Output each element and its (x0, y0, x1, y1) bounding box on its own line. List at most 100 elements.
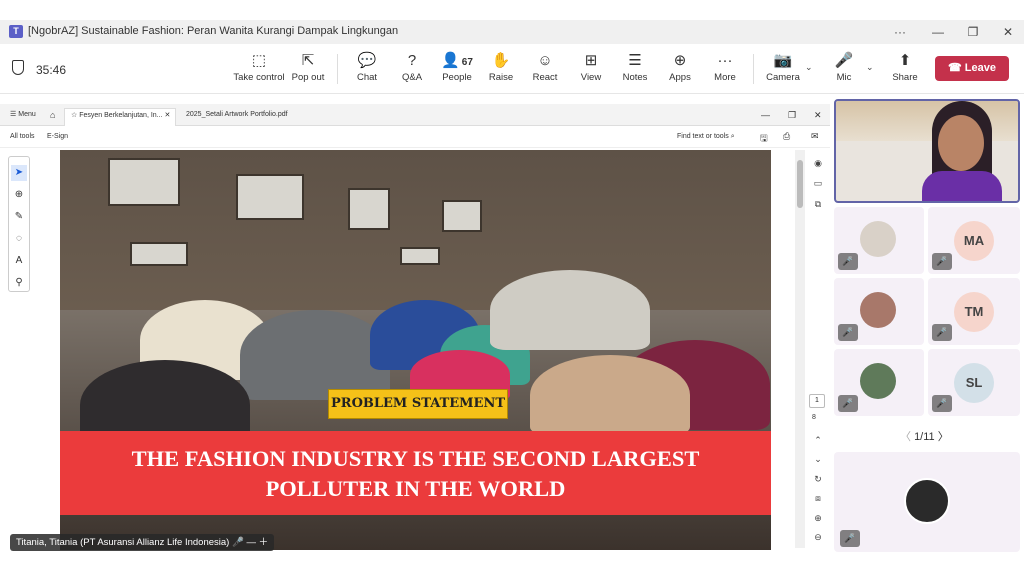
people-button[interactable]: 👤 67 People (439, 50, 475, 90)
next-page-icon[interactable]: 〉 (938, 431, 949, 443)
camera-off-icon: 📷 (773, 52, 793, 69)
print-icon[interactable]: ⎙ (783, 131, 790, 142)
all-tools-button[interactable]: All tools (10, 133, 35, 140)
participant-tile[interactable]: 🎤 (834, 278, 924, 345)
presenter-name-tag: Titania, Titania (PT Asuransi Allianz Li… (10, 534, 275, 551)
participant-tile[interactable]: 🎤 (834, 349, 924, 416)
esign-button[interactable]: E-Sign (47, 133, 68, 140)
page-fit-icon[interactable]: ⧈ (812, 493, 824, 505)
avatar: TM (954, 292, 994, 332)
pdf-left-toolbar: ➤ ⊕ ✎ ◌ A ⚲ (8, 156, 30, 292)
clothing-pile (240, 310, 390, 400)
apps-button[interactable]: ⊕ Apps (665, 50, 695, 90)
meeting-timer: 35:46 (36, 63, 67, 77)
take-control-icon: ⬚ (251, 52, 267, 69)
participant-tile[interactable]: TM 🎤 (928, 278, 1020, 345)
avatar: MA (954, 221, 994, 261)
pages-icon[interactable]: ⧉ (812, 199, 824, 211)
more-button[interactable]: ··· More (709, 50, 741, 90)
speaker-video-tile[interactable] (834, 99, 1020, 203)
lasso-icon[interactable]: ◌ (11, 231, 27, 247)
comment-icon[interactable]: ▭ (812, 178, 824, 190)
pdf-scrollbar-thumb[interactable] (797, 160, 803, 208)
pdf-scrollbar[interactable] (795, 150, 805, 548)
mic-off-icon: 🎤 (932, 395, 952, 412)
qa-button[interactable]: ? Q&A (396, 50, 428, 90)
pen-icon[interactable]: ✎ (11, 209, 27, 225)
participant-tile[interactable]: SL 🎤 (928, 349, 1020, 416)
self-video-tile[interactable]: 🎤 (834, 452, 1020, 552)
warehouse-window (442, 200, 482, 232)
pop-out-icon: ⇱ (301, 52, 315, 69)
more-icon: ··· (717, 52, 733, 69)
more-options-button[interactable]: ··· (885, 23, 915, 41)
zoom-annotate-icon[interactable]: ⊕ (11, 187, 27, 203)
restore-button[interactable]: ❐ (958, 23, 988, 41)
mail-icon[interactable]: ✉ (811, 131, 819, 142)
browser-menu-button[interactable]: ☰ Menu (4, 108, 42, 126)
title-bar: T [NgobrAZ] Sustainable Fashion: Peran W… (0, 20, 1024, 44)
gallery-pager: 〈 1/11 〉 (900, 431, 949, 443)
share-icon: ⬆ (898, 52, 912, 69)
minimize-button[interactable]: — (923, 23, 953, 41)
headline-banner: THE FASHION INDUSTRY IS THE SECOND LARGE… (60, 431, 771, 515)
mic-off-icon: 🎤 (838, 324, 858, 341)
stamp-icon[interactable]: ⚲ (11, 275, 27, 291)
mic-options-chevron-icon[interactable]: ⌄ (866, 62, 874, 73)
browser-restore-button[interactable]: ❐ (782, 108, 802, 126)
text-box-icon[interactable]: A (11, 253, 27, 269)
participant-tile[interactable]: 🎤 (834, 207, 924, 274)
window-title: [NgobrAZ] Sustainable Fashion: Peran Wan… (28, 25, 399, 37)
previous-page-icon[interactable]: 〈 (900, 431, 911, 443)
mic-button[interactable]: 🎤 Mic (830, 50, 858, 90)
shield-icon (12, 60, 24, 75)
clothing-pile (490, 270, 650, 350)
mic-off-icon: 🎤 (932, 253, 952, 270)
current-page-field[interactable]: 1 (809, 394, 825, 408)
chat-button[interactable]: 💬 Chat (351, 50, 383, 90)
close-button[interactable]: ✕ (993, 23, 1023, 41)
warehouse-window (236, 174, 304, 220)
avatar (860, 363, 896, 399)
close-tab-icon[interactable]: ✕ (164, 112, 170, 119)
camera-button[interactable]: 📷 Camera (765, 50, 801, 90)
pdf-toolbar: All tools E-Sign Find text or tools ⌕ 🖫 … (0, 126, 830, 148)
select-cursor-icon[interactable]: ➤ (11, 165, 27, 181)
react-button[interactable]: ☺ React (530, 50, 560, 90)
zoom-out-icon[interactable]: ⊖ (812, 532, 824, 544)
page-up-icon[interactable]: ⌃ (812, 435, 824, 447)
view-button[interactable]: ⊞ View (576, 50, 606, 90)
save-icon[interactable]: 🖫 (760, 131, 768, 147)
pop-out-button[interactable]: ⇱ Pop out (289, 50, 327, 90)
participant-tile[interactable]: MA 🎤 (928, 207, 1020, 274)
take-control-button[interactable]: ⬚ Take control (233, 50, 285, 90)
view-icon: ⊞ (584, 52, 598, 69)
zoom-in-icon[interactable]: ⊕ (812, 513, 824, 525)
find-text-button[interactable]: Find text or tools ⌕ (677, 133, 735, 141)
share-button[interactable]: ⬆ Share (889, 50, 921, 90)
browser-minimize-button[interactable]: — (755, 108, 776, 126)
browser-tab-bar: ☰ Menu ⌂ ☆ Fesyen Berkelanjutan, In... ✕… (0, 104, 830, 126)
notes-button[interactable]: ☰ Notes (619, 50, 651, 90)
refresh-icon[interactable]: ↻ (812, 474, 824, 486)
page-down-icon[interactable]: ⌄ (812, 454, 824, 466)
raise-hand-button[interactable]: ✋ Raise (486, 50, 516, 90)
qa-icon: ? (407, 52, 417, 69)
avatar (860, 221, 896, 257)
browser-close-button[interactable]: ✕ (808, 108, 828, 126)
ai-assistant-icon[interactable]: ◉ (812, 158, 824, 170)
tab-portfolio-pdf[interactable]: 2025_Setali Artwork Portfolio.pdf (180, 108, 294, 126)
avatar (904, 478, 950, 524)
camera-options-chevron-icon[interactable]: ⌄ (805, 62, 813, 73)
problem-statement-label: PROBLEM STATEMENT (328, 389, 508, 419)
tab-fesyen[interactable]: ☆ Fesyen Berkelanjutan, In... ✕ (64, 108, 176, 126)
clothing-pile (530, 355, 690, 435)
warehouse-window (348, 188, 390, 230)
mic-off-icon: 🎤 (231, 537, 244, 548)
mic-off-icon: 🎤 (932, 324, 952, 341)
home-icon[interactable]: ⌂ (44, 108, 61, 126)
hang-up-icon: ☎ (948, 62, 965, 74)
mic-off-icon: 🎤 (838, 253, 858, 270)
notes-icon: ☰ (628, 52, 642, 69)
leave-button[interactable]: ☎ Leave (935, 56, 1009, 81)
